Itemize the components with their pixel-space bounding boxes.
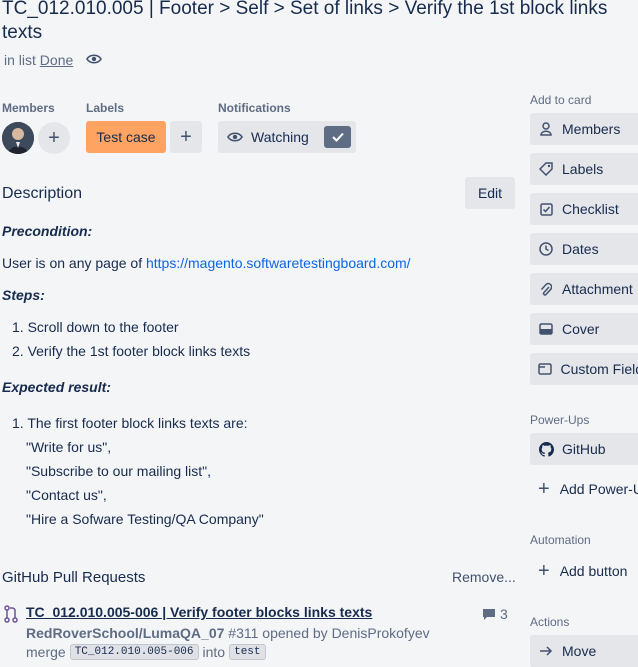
labels-label: Labels	[86, 101, 125, 115]
arrow-right-icon	[538, 643, 554, 659]
precondition-title: Precondition:	[2, 223, 93, 239]
comment-count: 3	[500, 606, 508, 622]
watch-label: Watching	[251, 129, 309, 145]
sidebar-checklist-button[interactable]: Checklist	[530, 193, 638, 225]
label-chip[interactable]: Test case	[86, 121, 166, 153]
avatar[interactable]	[2, 122, 34, 154]
expected-title: Expected result:	[2, 379, 111, 395]
pr-branch-line: merge TC_012.010.005-006 into test	[26, 644, 266, 660]
cover-icon	[538, 321, 554, 337]
merge-label: merge	[26, 644, 66, 660]
description-heading: Description	[2, 185, 83, 202]
precondition-text: User is on any page of	[2, 255, 143, 271]
plus-icon: +	[538, 559, 550, 582]
pr-number: #311	[228, 625, 259, 641]
sidebar-labels-button[interactable]: Labels	[530, 153, 638, 185]
powerups-label: Power-Ups	[530, 413, 590, 427]
edit-description-button[interactable]: Edit	[465, 177, 515, 209]
sidebar-button-label: Cover	[562, 321, 600, 337]
sidebar-button-label: GitHub	[562, 441, 606, 457]
list-info: in list Done	[4, 52, 73, 68]
sidebar-custom-fields-button[interactable]: Custom Fields	[530, 353, 638, 385]
sidebar-cover-button[interactable]: Cover	[530, 313, 638, 345]
add-button-label: Add button	[559, 563, 628, 579]
plus-icon: +	[48, 126, 60, 149]
tag-icon	[538, 161, 554, 177]
description-body: Precondition: User is on any page of htt…	[2, 219, 512, 531]
list-item: 2. Verify the 1st footer block links tex…	[12, 343, 251, 359]
steps-list: 1. Scroll down to the footer 2. Verify t…	[2, 315, 512, 363]
members-label: Members	[2, 101, 55, 115]
list-item: 1. Scroll down to the footer	[12, 319, 179, 335]
sidebar-button-label: Checklist	[562, 201, 619, 217]
list-item: 1. The first footer block links texts ar…	[12, 415, 248, 431]
check-icon	[324, 126, 351, 148]
list-item: "Subscribe to our mailing list",	[26, 463, 212, 479]
into-label: into	[202, 644, 226, 660]
paperclip-icon	[538, 281, 554, 297]
pr-title-link[interactable]: TC_012.010.005-006 | Verify footer block…	[26, 604, 372, 620]
list-item: "Contact us",	[26, 487, 107, 503]
pr-repo-line: RedRoverSchool/LumaQA_07 #311 opened by …	[26, 625, 430, 641]
github-heading: GitHub Pull Requests	[2, 569, 146, 586]
comment-icon	[483, 608, 495, 620]
pr-comments: 3	[482, 606, 508, 622]
watch-button[interactable]: Watching	[218, 121, 356, 153]
steps-title: Steps:	[2, 287, 45, 303]
clock-icon	[538, 241, 554, 257]
automation-label: Automation	[530, 533, 591, 547]
actions-label: Actions	[530, 615, 570, 629]
checkbox-icon	[538, 201, 554, 217]
notifications-label: Notifications	[218, 101, 291, 115]
list-name-link[interactable]: Done	[40, 52, 73, 68]
list-item: "Hire a Sofware Testing/QA Company"	[26, 511, 264, 527]
branch-from: TC_012.010.005-006	[69, 644, 199, 660]
card-title[interactable]: TC_012.010.005 | Footer > Self > Set of …	[2, 0, 638, 45]
branch-to: test	[229, 644, 266, 660]
sidebar-button-label: Labels	[562, 161, 604, 177]
github-icon	[538, 441, 554, 457]
sidebar-button-label: Move	[562, 643, 597, 659]
eye-icon	[86, 54, 102, 64]
sidebar-dates-button[interactable]: Dates	[530, 233, 638, 265]
plus-icon: +	[180, 125, 192, 148]
precondition-line: User is on any page of https://magento.s…	[2, 251, 512, 275]
sidebar-members-button[interactable]: Members	[530, 113, 638, 145]
add-automation-button[interactable]: + Add button	[530, 555, 638, 587]
add-powerups-button[interactable]: + Add Power-Ups	[530, 473, 638, 505]
precondition-link[interactable]: https://magento.softwaretestingboard.com…	[146, 255, 411, 271]
add-to-card-label: Add to card	[530, 93, 592, 107]
pr-opened-by: opened by DenisProkofyev	[262, 625, 430, 641]
sidebar-github-button[interactable]: GitHub	[530, 433, 638, 465]
plus-icon: +	[538, 477, 550, 500]
sidebar-button-label: Custom Fields	[560, 361, 638, 377]
remove-button[interactable]: Remove...	[452, 569, 516, 585]
sidebar-attachment-button[interactable]: Attachment	[530, 273, 638, 305]
add-member-button[interactable]: +	[38, 122, 70, 154]
expected-list: 1. The first footer block links texts ar…	[2, 411, 512, 531]
list-item: "Write for us",	[26, 439, 112, 455]
sidebar-button-label: Attachment	[562, 281, 633, 297]
eye-icon	[227, 132, 243, 142]
add-label-button[interactable]: +	[170, 121, 202, 153]
sidebar-button-label: Dates	[562, 241, 599, 257]
pr-repo: RedRoverSchool/LumaQA_07	[26, 625, 225, 641]
person-icon	[538, 121, 554, 137]
sidebar-button-label: Members	[562, 121, 621, 137]
sidebar-move-button[interactable]: Move	[530, 635, 638, 667]
pull-request-icon	[4, 605, 18, 623]
custom-fields-icon	[538, 361, 553, 377]
in-list-prefix: in list	[4, 52, 36, 68]
add-powerups-label: Add Power-Ups	[559, 481, 638, 497]
